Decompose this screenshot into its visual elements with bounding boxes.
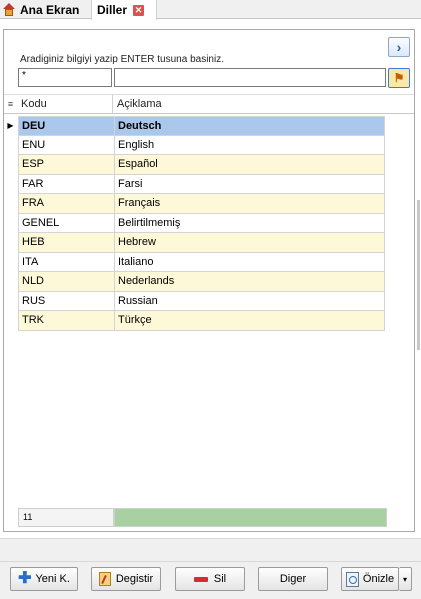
grid-rows: ▶ DEU Deutsch ENU English ESP Español FA… xyxy=(4,116,414,331)
status-strip xyxy=(0,538,421,562)
search-hint: Aradiginiz bilgiyi yazip ENTER tusuna ba… xyxy=(20,54,224,65)
tab-bar: Ana Ekran Diller ✕ xyxy=(0,0,421,20)
cell-code[interactable]: HEB xyxy=(18,233,114,253)
table-row[interactable]: ENU English xyxy=(4,135,414,155)
cell-description[interactable]: Nederlands xyxy=(114,272,385,292)
preview-dropdown-button[interactable]: ▾ xyxy=(399,567,412,591)
cell-description[interactable]: English xyxy=(114,135,385,155)
preview-button[interactable]: Önizle xyxy=(341,567,399,591)
delete-label: Sil xyxy=(213,573,227,585)
new-record-label: Yeni K. xyxy=(35,573,70,585)
cell-description[interactable]: Belirtilmemiş xyxy=(114,213,385,233)
preview-label: Önizle xyxy=(362,573,395,585)
close-tab-icon[interactable]: ✕ xyxy=(133,4,145,16)
bottom-toolbar: ✚ Yeni K. Degistir Sil Diger Önizle ▾ xyxy=(0,562,421,599)
table-row[interactable]: RUS Russian xyxy=(4,291,414,311)
cell-code[interactable]: NLD xyxy=(18,272,114,292)
vertical-scrollbar[interactable] xyxy=(417,200,420,350)
cell-description[interactable]: Hebrew xyxy=(114,233,385,253)
home-icon xyxy=(2,3,16,16)
row-indicator-icon: ▶ xyxy=(7,121,14,130)
other-button[interactable]: Diger xyxy=(258,567,328,591)
cell-description[interactable]: Russian xyxy=(114,291,385,311)
new-record-button[interactable]: ✚ Yeni K. xyxy=(10,567,78,591)
languages-grid: ≡ Kodu Açiklama ▶ DEU Deutsch ENU Englis… xyxy=(4,94,414,499)
code-filter-input[interactable]: * xyxy=(18,68,112,87)
grid-footer: 11 xyxy=(18,508,387,527)
column-chooser-icon[interactable]: ≡ xyxy=(4,95,17,114)
footer-summary-bar xyxy=(114,508,387,527)
cell-description[interactable]: Farsi xyxy=(114,174,385,194)
cell-code[interactable]: TRK xyxy=(18,311,114,331)
record-count: 11 xyxy=(18,508,114,527)
cell-code[interactable]: RUS xyxy=(18,291,114,311)
preview-icon xyxy=(345,571,359,587)
plus-icon: ✚ xyxy=(18,570,32,587)
table-row[interactable]: HEB Hebrew xyxy=(4,233,414,253)
column-header-code[interactable]: Kodu xyxy=(19,95,113,114)
filter-icon[interactable]: ⚑ xyxy=(388,68,410,88)
edit-icon xyxy=(98,572,111,586)
delete-button[interactable]: Sil xyxy=(175,567,245,591)
cell-code[interactable]: ENU xyxy=(18,135,114,155)
table-row[interactable]: TRK Türkçe xyxy=(4,311,414,331)
column-header-description[interactable]: Açiklama xyxy=(115,95,385,114)
table-row[interactable]: ITA Italiano xyxy=(4,252,414,272)
tab-home[interactable]: Ana Ekran xyxy=(2,0,90,19)
table-row[interactable]: ESP Español xyxy=(4,155,414,175)
cell-code[interactable]: FAR xyxy=(18,174,114,194)
grid-header: ≡ Kodu Açiklama xyxy=(4,94,414,114)
cell-description[interactable]: Français xyxy=(114,194,385,214)
cell-description[interactable]: Italiano xyxy=(114,252,385,272)
cell-description[interactable]: Español xyxy=(114,155,385,175)
tab-home-label: Ana Ekran xyxy=(20,2,80,17)
edit-label: Degistir xyxy=(115,573,154,585)
table-row[interactable]: ▶ DEU Deutsch xyxy=(4,116,414,136)
table-row[interactable]: GENEL Belirtilmemiş xyxy=(4,213,414,233)
cell-code[interactable]: DEU xyxy=(18,116,114,136)
cell-code[interactable]: ITA xyxy=(18,252,114,272)
description-filter-input[interactable] xyxy=(114,68,386,87)
table-row[interactable]: NLD Nederlands xyxy=(4,272,414,292)
cell-code[interactable]: ESP xyxy=(18,155,114,175)
other-label: Diger xyxy=(279,573,307,585)
tab-diller-label: Diller xyxy=(97,3,128,17)
languages-panel: › Aradiginiz bilgiyi yazip ENTER tusuna … xyxy=(3,29,415,532)
minus-icon xyxy=(193,576,208,582)
edit-button[interactable]: Degistir xyxy=(91,567,161,591)
cell-code[interactable]: FRA xyxy=(18,194,114,214)
tab-diller[interactable]: Diller ✕ xyxy=(91,0,157,20)
cell-description[interactable]: Türkçe xyxy=(114,311,385,331)
cell-code[interactable]: GENEL xyxy=(18,213,114,233)
cell-description[interactable]: Deutsch xyxy=(114,116,385,136)
search-hint-text: Aradiginiz bilgiyi yazip ENTER tusuna ba… xyxy=(20,54,224,65)
next-arrow-icon[interactable]: › xyxy=(388,37,410,57)
table-row[interactable]: FAR Farsi xyxy=(4,174,414,194)
table-row[interactable]: FRA Français xyxy=(4,194,414,214)
